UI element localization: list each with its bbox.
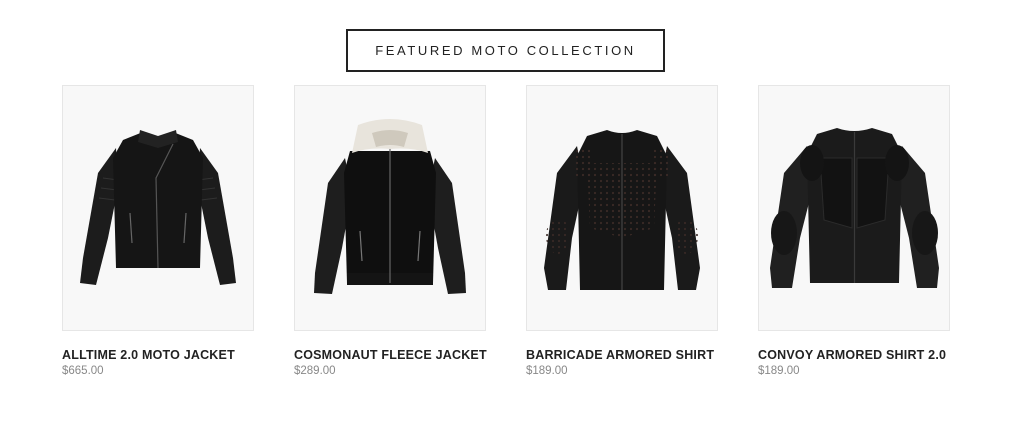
product-price: $289.00 [294, 365, 336, 377]
product-price: $189.00 [526, 365, 568, 377]
product-section: FEATURED MOTO COLLECTION ALLTIME 2.0 MOT… [0, 0, 1023, 422]
product-card[interactable]: ALLTIME 2.0 MOTO JACKET $665.00 [62, 85, 254, 377]
product-image-convoy-armored-shirt[interactable] [758, 85, 950, 331]
product-card[interactable]: CONVOY ARMORED SHIRT 2.0 $189.00 [758, 85, 950, 377]
product-title[interactable]: CONVOY ARMORED SHIRT 2.0 [758, 348, 950, 362]
product-title[interactable]: COSMONAUT FLEECE JACKET [294, 348, 487, 362]
armored-shirt-image [544, 130, 700, 290]
product-price: $665.00 [62, 365, 104, 377]
convoy-armored-shirt-image [769, 128, 939, 288]
product-image-shearling-collar-jacket[interactable] [294, 85, 486, 331]
product-price: $189.00 [758, 365, 800, 377]
product-card[interactable]: BARRICADE ARMORED SHIRT $189.00 [526, 85, 718, 377]
shearling-collar-jacket-image [314, 119, 466, 294]
product-title[interactable]: ALLTIME 2.0 MOTO JACKET [62, 348, 254, 362]
product-image-armored-shirt[interactable] [526, 85, 718, 331]
product-image-leather-moto-jacket[interactable] [62, 85, 254, 331]
featured-collection-button[interactable]: FEATURED MOTO COLLECTION [346, 29, 665, 72]
leather-moto-jacket-image [80, 130, 236, 285]
product-title[interactable]: BARRICADE ARMORED SHIRT [526, 348, 718, 362]
product-grid: ALLTIME 2.0 MOTO JACKET $665.00 COSMONAU… [62, 85, 950, 377]
product-card[interactable]: COSMONAUT FLEECE JACKET $289.00 [294, 85, 487, 377]
